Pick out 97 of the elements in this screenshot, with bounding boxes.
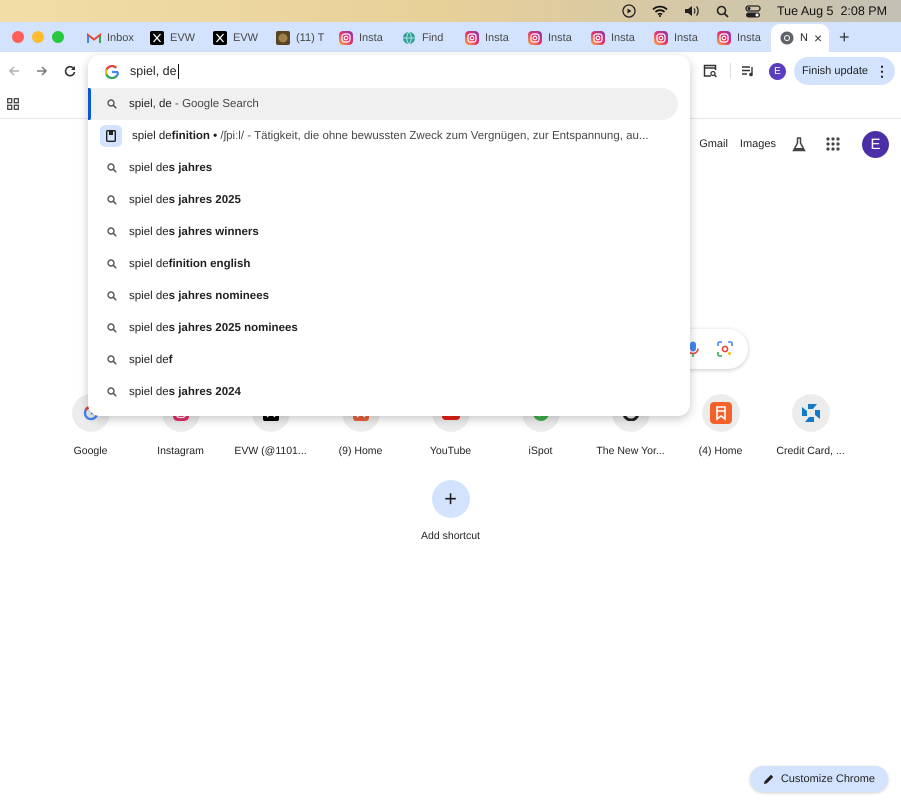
account-avatar[interactable]: E: [862, 130, 889, 158]
suggestion-item[interactable]: spiel des jahres 2025: [88, 184, 678, 216]
book-icon: [106, 130, 116, 142]
search-icon: [107, 259, 117, 269]
shortcut-label[interactable]: YouTube: [430, 445, 472, 457]
search-icon: [107, 355, 117, 365]
x-logo-icon: [150, 31, 164, 45]
shortcut-tile[interactable]: [702, 394, 740, 432]
pencil-icon: [762, 774, 774, 784]
browser-tab[interactable]: Insta: [582, 24, 645, 52]
globe-icon: [402, 31, 416, 45]
suggestion-item[interactable]: spiel des jahres 2025 nominees: [88, 312, 678, 344]
camera-icon: [717, 31, 731, 45]
tab-search-icon[interactable]: [702, 64, 718, 78]
shortcut-label[interactable]: (4) Home: [698, 445, 742, 457]
suggestion-item[interactable]: spiel def: [88, 344, 678, 376]
suggestion-text: spiel des jahres 2025: [129, 194, 241, 206]
photo-thumbnail-icon: [276, 31, 290, 45]
search-icon: [107, 99, 117, 109]
suggestion-text: spiel des jahres 2025 nominees: [129, 322, 298, 334]
apps-menu-icon[interactable]: [826, 137, 840, 151]
camera-icon: [654, 31, 668, 45]
search-icon: [107, 291, 117, 301]
suggestion-item[interactable]: spiel des jahres: [88, 152, 678, 184]
shortcut-label[interactable]: Instagram: [157, 445, 204, 457]
suggestion-item[interactable]: spiel des jahres nominees: [88, 280, 678, 312]
menu-bar-clock[interactable]: Tue Aug 5 2:08 PM: [776, 4, 887, 18]
browser-tab[interactable]: Insta: [645, 24, 708, 52]
play-icon[interactable]: [622, 4, 636, 18]
mail-icon: [87, 32, 101, 44]
shortcut-label[interactable]: (9) Home: [338, 445, 382, 457]
suggestion-detail: - Google Search: [175, 98, 259, 110]
shortcut-label[interactable]: Google: [74, 445, 108, 457]
browser-tab[interactable]: (11) T: [267, 24, 330, 52]
browser-tab[interactable]: EVW: [141, 24, 204, 52]
search-icon: [107, 387, 117, 397]
media-controls-icon[interactable]: [740, 65, 755, 77]
reload-icon[interactable]: [64, 65, 76, 77]
shortcut-label[interactable]: iSpot: [528, 445, 552, 457]
suggestion-text: spiel, de: [129, 98, 172, 110]
camera-icon: [465, 31, 479, 45]
camera-icon: [339, 31, 353, 45]
x-logo-icon: [213, 31, 227, 45]
search-icon: [107, 323, 117, 333]
profile-avatar[interactable]: E: [768, 62, 786, 80]
address-field[interactable]: spiel, de: [130, 64, 179, 79]
suggestion-text: spiel des jahres nominees: [129, 290, 269, 302]
suggestion-item[interactable]: spiel, de - Google Search: [88, 88, 678, 120]
search-icon: [107, 195, 117, 205]
search-icon: [107, 227, 117, 237]
volume-icon[interactable]: [684, 5, 700, 17]
browser-tab[interactable]: N ×: [771, 24, 829, 52]
browser-tab[interactable]: Insta: [708, 24, 771, 52]
flask-icon[interactable]: [792, 136, 806, 152]
google-logo-icon: [105, 64, 119, 78]
shortcut-tile[interactable]: [792, 394, 830, 432]
apps-grid-icon[interactable]: [7, 98, 19, 110]
shortcut-label[interactable]: The New Yor...: [596, 445, 665, 457]
browser-tab[interactable]: Inbox: [78, 24, 141, 52]
suggestion-item[interactable]: spiel definition • /ʃpiːl/ - Tätigkeit, die ohne bewussten Zweck zum Vergnügen, zur Entspannung, au...: [88, 120, 678, 152]
suggestion-text: spiel des jahres: [129, 162, 212, 174]
search-icon[interactable]: [716, 4, 729, 18]
browser-tab[interactable]: EVW: [204, 24, 267, 52]
header-link[interactable]: Gmail: [699, 138, 728, 150]
shortcut-label[interactable]: Credit Card, ...: [776, 445, 845, 457]
camera-icon: [528, 31, 542, 45]
suggestion-detail: /ʃpiːl/ - Tätigkeit, die ohne bewussten Zweck zum Vergnügen, zur Entspannung, au...: [220, 130, 648, 142]
chrome-icon: [780, 31, 794, 45]
browser-tab[interactable]: Find: [393, 24, 456, 52]
bookmark-icon: [710, 402, 732, 424]
suggestion-text: spiel des jahres 2024: [129, 386, 241, 398]
new-tab-button[interactable]: +: [839, 28, 850, 46]
shortcut-label[interactable]: EVW (@1101...: [234, 445, 307, 457]
suggestion-text: spiel def: [129, 354, 172, 366]
octagon-logo-icon: [800, 402, 822, 424]
suggestion-text: spiel des jahres winners: [129, 226, 259, 238]
search-icon: [107, 163, 117, 173]
wifi-icon[interactable]: [652, 5, 668, 17]
browser-tab[interactable]: Insta: [519, 24, 582, 52]
browser-tab[interactable]: Insta: [330, 24, 393, 52]
more-menu-button[interactable]: ⋮: [875, 63, 889, 79]
camera-icon: [591, 31, 605, 45]
control-center-icon[interactable]: [744, 4, 761, 18]
suggestion-item[interactable]: spiel des jahres 2024: [88, 376, 678, 408]
suggestion-item[interactable]: spiel des jahres winners: [88, 216, 678, 248]
camera-lens-icon[interactable]: [717, 341, 733, 357]
customize-chrome-button[interactable]: Customize Chrome: [750, 766, 888, 792]
header-link[interactable]: Images: [740, 138, 776, 150]
shortcut-label[interactable]: Add shortcut: [421, 530, 480, 542]
suggestion-text: spiel definition •: [132, 130, 218, 142]
browser-tab[interactable]: Insta: [456, 24, 519, 52]
finish-update-button[interactable]: Finish update ⋮: [794, 57, 895, 85]
forward-arrow-icon[interactable]: [36, 65, 48, 77]
suggestion-item[interactable]: spiel definition english: [88, 248, 678, 280]
suggestion-text: spiel definition english: [129, 258, 250, 270]
add-shortcut-button[interactable]: +: [432, 480, 470, 518]
close-tab-button[interactable]: ×: [814, 30, 822, 46]
